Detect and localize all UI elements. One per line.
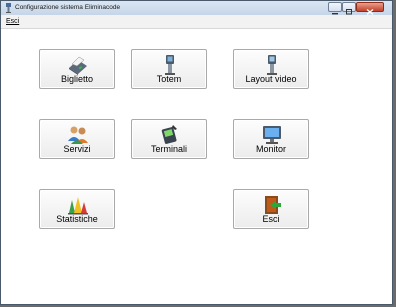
- ticket-printer-icon: [69, 56, 87, 75]
- esci-button[interactable]: Esci: [233, 189, 309, 229]
- totem-button[interactable]: Totem: [131, 49, 207, 89]
- monitor-label: Monitor: [255, 144, 286, 154]
- menu-esci[interactable]: Esci: [6, 16, 19, 27]
- esci-label: Esci: [262, 214, 280, 224]
- layout-video-button[interactable]: Layout video: [233, 49, 309, 89]
- main-window: Configurazione sistema Eliminacode Esci …: [0, 0, 393, 305]
- statistiche-label: Statistiche: [56, 214, 98, 224]
- exit-door-icon: [265, 196, 281, 214]
- terminali-label: Terminali: [150, 144, 187, 154]
- title-bar[interactable]: Configurazione sistema Eliminacode: [1, 1, 392, 16]
- menu-bar: Esci: [1, 15, 392, 29]
- totem-kiosk-icon: [165, 55, 175, 75]
- servizi-button[interactable]: Servizi: [39, 119, 115, 159]
- biglietto-label: Biglietto: [60, 74, 94, 84]
- app-totem-icon: [6, 3, 11, 13]
- statistics-chart-icon: [68, 197, 88, 215]
- servizi-label: Servizi: [63, 144, 91, 154]
- users-services-icon: [68, 126, 88, 144]
- minimize-button[interactable]: [328, 2, 342, 15]
- totem-label: Totem: [156, 74, 182, 84]
- tile-panel: Biglietto Totem Layout video Servizi Ter…: [1, 29, 392, 306]
- statistiche-button[interactable]: Statistiche: [39, 189, 115, 229]
- monitor-icon: [263, 126, 281, 144]
- monitor-button[interactable]: Monitor: [233, 119, 309, 159]
- terminali-button[interactable]: Terminali: [131, 119, 207, 159]
- biglietto-button[interactable]: Biglietto: [39, 49, 115, 89]
- maximize-button[interactable]: [342, 2, 356, 15]
- layout-video-label: Layout video: [245, 74, 297, 84]
- window-title: Configurazione sistema Eliminacode: [15, 4, 121, 11]
- video-layout-kiosk-icon: [267, 55, 277, 75]
- close-button[interactable]: [356, 2, 384, 16]
- terminal-handheld-icon: [161, 125, 177, 144]
